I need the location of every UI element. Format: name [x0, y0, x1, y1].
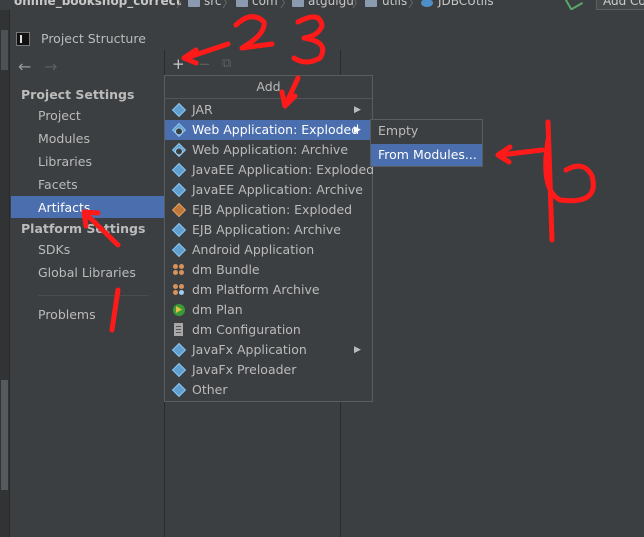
annotation-digit-1-stroke	[109, 287, 121, 333]
annotation-digit-4-stroke	[543, 119, 596, 243]
annotation-digit-2-stroke	[233, 14, 275, 51]
annotation-digit-3-stroke	[291, 14, 326, 65]
annotation-overlay	[81, 14, 596, 333]
annotation-arrow-1	[83, 211, 121, 248]
